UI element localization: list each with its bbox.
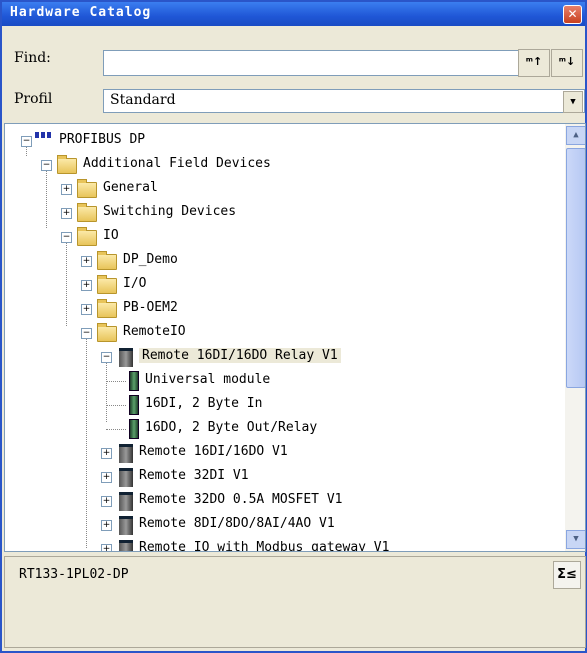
expand-icon[interactable]: +	[81, 304, 92, 315]
folder-icon	[77, 227, 97, 246]
scroll-up-icon[interactable]: ▲	[566, 126, 585, 145]
tree-item-label: Remote IO with Modbus gateway V1	[139, 540, 390, 552]
tree-item-label: Universal module	[145, 372, 271, 387]
find-input[interactable]	[103, 50, 519, 76]
folder-icon	[57, 155, 77, 174]
station-icon	[119, 492, 133, 511]
scroll-thumb[interactable]	[566, 148, 585, 388]
module-icon	[129, 395, 139, 415]
folder-icon	[77, 203, 97, 222]
collapse-icon[interactable]: −	[41, 160, 52, 171]
expand-icon[interactable]: +	[101, 520, 112, 531]
collapse-icon[interactable]: −	[61, 232, 72, 243]
vertical-scrollbar[interactable]: ▲ ▼	[565, 124, 585, 551]
expand-icon[interactable]: +	[61, 208, 72, 219]
title-bar[interactable]: Hardware Catalog ✕	[2, 2, 585, 26]
collapse-icon[interactable]: −	[21, 136, 32, 147]
profibus-network-icon	[35, 132, 53, 148]
scroll-down-icon[interactable]: ▼	[566, 530, 585, 549]
tree-item-label: 16DI, 2 Byte In	[145, 396, 263, 411]
tree-item-label: IO	[103, 228, 119, 243]
profile-label: Profil	[14, 91, 53, 107]
expand-icon[interactable]: +	[61, 184, 72, 195]
chevron-down-icon[interactable]: ▼	[563, 91, 583, 113]
profile-selected-value: Standard	[110, 92, 176, 108]
expand-icon[interactable]: +	[81, 280, 92, 291]
collapse-icon[interactable]: −	[81, 328, 92, 339]
tree-item-label: Additional Field Devices	[83, 156, 271, 171]
tree-item-label: Remote 16DI/16DO V1	[139, 444, 288, 459]
profile-select[interactable]: Standard ▼	[103, 89, 585, 113]
search-down-button[interactable]: ᵐ↓	[551, 49, 583, 77]
tree-item-label: Remote 16DI/16DO Relay V1	[139, 348, 341, 363]
info-panel: RT133-1PL02-DP Σ≤	[4, 556, 586, 648]
tree-item-label: PROFIBUS DP	[59, 132, 146, 147]
order-number: RT133-1PL02-DP	[19, 567, 129, 582]
tree-item-label: RemoteIO	[123, 324, 186, 339]
hardware-catalog-window: Hardware Catalog ✕ Find: ᵐ↑ ᵐ↓ Profil St…	[0, 0, 587, 653]
tree-item-label: 16DO, 2 Byte Out/Relay	[145, 420, 318, 435]
sort-button[interactable]: Σ≤	[553, 561, 581, 589]
close-icon[interactable]: ✕	[563, 5, 582, 24]
expand-icon[interactable]: +	[101, 472, 112, 483]
module-icon	[129, 371, 139, 391]
tree-item-label: Switching Devices	[103, 204, 237, 219]
station-icon	[119, 516, 133, 535]
collapse-icon[interactable]: −	[101, 352, 112, 363]
folder-icon	[77, 179, 97, 198]
expand-icon[interactable]: +	[101, 448, 112, 459]
station-icon	[119, 348, 133, 367]
station-icon	[119, 468, 133, 487]
tree-item-label: PB-OEM2	[123, 300, 178, 315]
search-up-button[interactable]: ᵐ↑	[518, 49, 550, 77]
tree-item-label: Remote 8DI/8DO/8AI/4AO V1	[139, 516, 335, 531]
tree-item-label: General	[103, 180, 158, 195]
expand-icon[interactable]: +	[81, 256, 92, 267]
folder-icon	[97, 251, 117, 270]
folder-icon	[97, 275, 117, 294]
find-label: Find:	[14, 50, 51, 66]
module-icon	[129, 419, 139, 439]
expand-icon[interactable]: +	[101, 496, 112, 507]
tree-item-label: Remote 32DI V1	[139, 468, 249, 483]
station-icon	[119, 540, 133, 551]
tree-item-label: Remote 32DO 0.5A MOSFET V1	[139, 492, 343, 507]
tree-item-label: I/O	[123, 276, 147, 291]
station-icon	[119, 444, 133, 463]
expand-icon[interactable]: +	[101, 544, 112, 551]
catalog-tree[interactable]: − PROFIBUS DP − Additional Field Devices…	[4, 123, 586, 552]
window-title: Hardware Catalog	[10, 5, 152, 20]
folder-icon	[97, 323, 117, 342]
tree-item-label: DP_Demo	[123, 252, 178, 267]
folder-icon	[97, 299, 117, 318]
